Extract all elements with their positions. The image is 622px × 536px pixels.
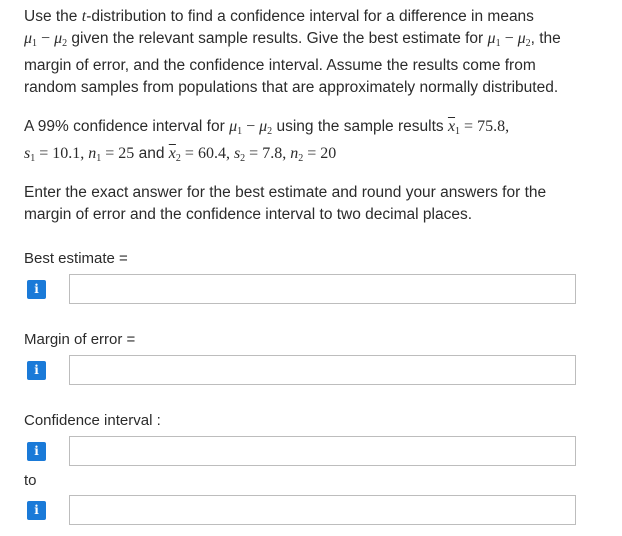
ci-upper-field: i	[24, 494, 576, 526]
margin-of-error-label: Margin of error =	[24, 331, 136, 348]
to-label: to	[24, 472, 37, 489]
problem-statement: Use the t-distribution to find a confide…	[24, 6, 604, 99]
instructions-line-2: margin of error and the confidence inter…	[24, 206, 473, 223]
info-icon[interactable]: i	[27, 360, 46, 380]
best-estimate-input[interactable]	[69, 274, 576, 304]
problem-line-3: margin of error, and the confidence inte…	[24, 57, 536, 74]
margin-of-error-field: i	[24, 354, 576, 386]
ci-upper-input[interactable]	[69, 495, 576, 525]
info-icon[interactable]: i	[27, 279, 46, 299]
best-estimate-label: Best estimate =	[24, 250, 128, 267]
problem-line-4: random samples from populations that are…	[24, 79, 559, 96]
info-icon[interactable]: i	[27, 500, 46, 520]
margin-of-error-input[interactable]	[69, 355, 576, 385]
instructions: Enter the exact answer for the best esti…	[24, 182, 604, 226]
given-line-1: A 99% confidence interval for μ1 − μ2 us…	[24, 118, 510, 137]
ci-lower-field: i	[24, 435, 576, 467]
given-data: A 99% confidence interval for μ1 − μ2 us…	[24, 116, 604, 170]
best-estimate-field: i	[24, 273, 576, 305]
info-icon[interactable]: i	[27, 441, 46, 461]
problem-line-2: μ1 − μ2 given the relevant sample result…	[24, 30, 561, 49]
confidence-interval-label: Confidence interval :	[24, 412, 161, 429]
ci-lower-input[interactable]	[69, 436, 576, 466]
problem-line-1: Use the t-distribution to find a confide…	[24, 8, 534, 25]
instructions-line-1: Enter the exact answer for the best esti…	[24, 184, 547, 201]
given-line-2: s1 = 10.1, n1 = 25 and x2 = 60.4, s2 = 7…	[24, 145, 337, 164]
